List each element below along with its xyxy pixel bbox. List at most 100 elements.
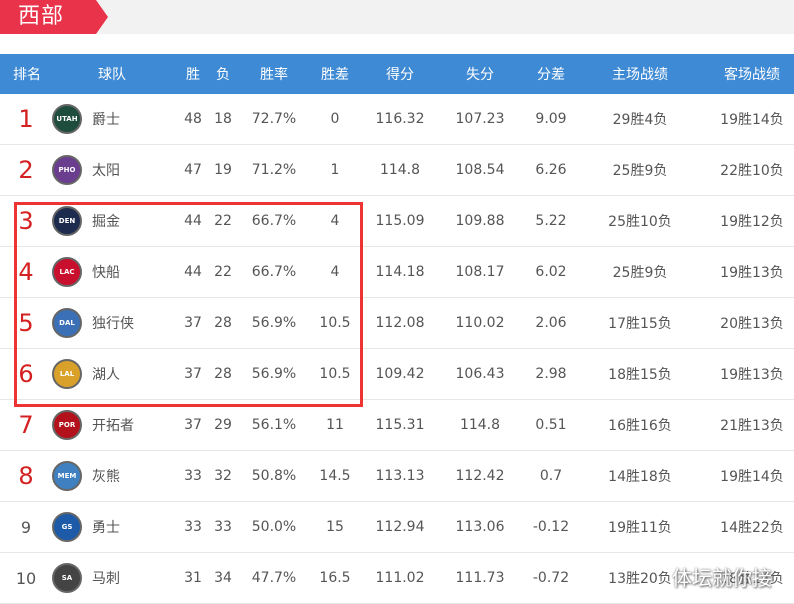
table-row[interactable]: 6 LAL 湖人 37 28 56.9% 10.5 109.42 106.43 2.98 18胜15… <box>0 349 794 400</box>
games-behind-cell: 4 <box>330 264 340 280</box>
team-logo-icon[interactable]: MEM <box>52 461 82 491</box>
standings-header: 排名 球队 胜 负 胜率 胜差 得分 失分 分差 主场战绩 客场战绩 <box>0 54 794 94</box>
home-record-cell: 16胜16负 <box>608 418 672 434</box>
away-record-cell: 14胜22负 <box>720 520 784 536</box>
team-name-link[interactable]: 太阳 <box>92 145 162 195</box>
away-record-cell: 21胜13负 <box>720 418 784 434</box>
team-logo-cell: PHO <box>52 145 82 195</box>
points-against-cell: 114.8 <box>459 417 501 433</box>
team-logo-icon[interactable]: POR <box>52 410 82 440</box>
conference-bar: 西部 <box>0 0 794 34</box>
point-diff-cell: 5.22 <box>535 213 567 229</box>
table-row[interactable]: 3 DEN 掘金 44 22 66.7% 4 115.09 109.88 5.22 25胜10负 19… <box>0 196 794 247</box>
losses-cell: 28 <box>214 315 232 331</box>
home-record-cell: 13胜20负 <box>608 571 672 587</box>
team-logo-icon[interactable]: UTAH <box>52 104 82 134</box>
away-record-cell: 22胜10负 <box>720 163 784 179</box>
points-for-cell: 113.13 <box>375 468 425 484</box>
team-logo-cell: POR <box>52 400 82 450</box>
team-name-link[interactable]: 掘金 <box>92 196 162 246</box>
team-logo-cell: SA <box>52 553 82 603</box>
point-diff-cell: 2.98 <box>535 366 567 382</box>
table-row[interactable]: 1 UTAH 爵士 48 18 72.7% 0 116.32 107.23 9.09 29胜4负 19… <box>0 94 794 145</box>
losses-cell: 19 <box>214 162 232 178</box>
conference-tab-west[interactable]: 西部 <box>0 0 108 34</box>
team-name-link[interactable]: 灰熊 <box>92 451 162 501</box>
away-record-cell: 19胜13负 <box>720 265 784 281</box>
home-record-cell: 25胜10负 <box>608 214 672 230</box>
win-pct-cell: 56.1% <box>251 417 297 433</box>
rank-number: 9 <box>20 517 32 537</box>
team-name-link[interactable]: 湖人 <box>92 349 162 399</box>
rank-number: 8 <box>18 462 34 490</box>
points-for-cell: 115.31 <box>375 417 425 433</box>
point-diff-cell: 6.02 <box>535 264 567 280</box>
rank-number: 5 <box>18 309 34 337</box>
team-logo-icon[interactable]: GS <box>52 512 82 542</box>
team-logo-cell: LAC <box>52 247 82 297</box>
team-logo-cell: DAL <box>52 298 82 348</box>
points-against-cell: 107.23 <box>455 111 505 127</box>
header-games-behind: 胜差 <box>321 67 349 83</box>
games-behind-cell: 15 <box>326 519 344 535</box>
team-name-link[interactable]: 爵士 <box>92 94 162 144</box>
header-points-for: 得分 <box>386 67 414 83</box>
wins-cell: 31 <box>184 570 202 586</box>
away-record-cell: 19胜14负 <box>720 112 784 128</box>
team-logo-icon[interactable]: LAL <box>52 359 82 389</box>
away-record-cell: 19胜13负 <box>720 367 784 383</box>
table-row[interactable]: 9 GS 勇士 33 33 50.0% 15 112.94 113.06 -0.12 19胜11负 1… <box>0 502 794 553</box>
games-behind-cell: 10.5 <box>319 366 351 382</box>
rank-number: 1 <box>18 105 34 133</box>
games-behind-cell: 1 <box>330 162 340 178</box>
win-pct-cell: 47.7% <box>251 570 297 586</box>
header-win-pct: 胜率 <box>260 67 288 83</box>
win-pct-cell: 50.8% <box>251 468 297 484</box>
wins-cell: 48 <box>184 111 202 127</box>
team-logo-icon[interactable]: SA <box>52 563 82 593</box>
points-for-cell: 109.42 <box>375 366 425 382</box>
team-name-link[interactable]: 勇士 <box>92 502 162 552</box>
losses-cell: 22 <box>214 264 232 280</box>
points-against-cell: 113.06 <box>455 519 505 535</box>
points-for-cell: 114.8 <box>379 162 421 178</box>
points-for-cell: 112.94 <box>375 519 425 535</box>
win-pct-cell: 50.0% <box>251 519 297 535</box>
games-behind-cell: 4 <box>330 213 340 229</box>
rank-number: 3 <box>18 207 34 235</box>
table-row[interactable]: 5 DAL 独行侠 37 28 56.9% 10.5 112.08 110.02 2.06 17胜1… <box>0 298 794 349</box>
points-against-cell: 109.88 <box>455 213 505 229</box>
team-logo-icon[interactable]: DAL <box>52 308 82 338</box>
table-row[interactable]: 4 LAC 快船 44 22 66.7% 4 114.18 108.17 6.02 25胜9负 19胜… <box>0 247 794 298</box>
team-name-link[interactable]: 马刺 <box>92 553 162 603</box>
team-logo-icon[interactable]: LAC <box>52 257 82 287</box>
wins-cell: 37 <box>184 417 202 433</box>
team-logo-icon[interactable]: DEN <box>52 206 82 236</box>
wins-cell: 37 <box>184 315 202 331</box>
header-away-record: 客场战绩 <box>724 67 780 83</box>
losses-cell: 22 <box>214 213 232 229</box>
points-for-cell: 116.32 <box>375 111 425 127</box>
team-logo-cell: GS <box>52 502 82 552</box>
point-diff-cell: 2.06 <box>535 315 567 331</box>
team-name-link[interactable]: 开拓者 <box>92 400 162 450</box>
team-name-link[interactable]: 快船 <box>92 247 162 297</box>
table-row[interactable]: 2 PHO 太阳 47 19 71.2% 1 114.8 108.54 6.26 25胜9负 22胜1… <box>0 145 794 196</box>
losses-cell: 29 <box>214 417 232 433</box>
header-wins: 胜 <box>186 67 200 83</box>
table-row[interactable]: 8 MEM 灰熊 33 32 50.8% 14.5 113.13 112.42 0.7 14胜18负… <box>0 451 794 502</box>
losses-cell: 33 <box>214 519 232 535</box>
wins-cell: 44 <box>184 264 202 280</box>
table-row[interactable]: 7 POR 开拓者 37 29 56.1% 11 115.31 114.8 0.51 16胜16负 2… <box>0 400 794 451</box>
points-against-cell: 106.43 <box>455 366 505 382</box>
win-pct-cell: 56.9% <box>251 315 297 331</box>
team-name-link[interactable]: 独行侠 <box>92 298 162 348</box>
away-record-cell: 19胜12负 <box>720 214 784 230</box>
losses-cell: 18 <box>214 111 232 127</box>
team-logo-icon[interactable]: PHO <box>52 155 82 185</box>
point-diff-cell: -0.12 <box>532 519 570 535</box>
losses-cell: 34 <box>214 570 232 586</box>
team-logo-cell: MEM <box>52 451 82 501</box>
team-logo-cell: UTAH <box>52 94 82 144</box>
team-logo-cell: LAL <box>52 349 82 399</box>
